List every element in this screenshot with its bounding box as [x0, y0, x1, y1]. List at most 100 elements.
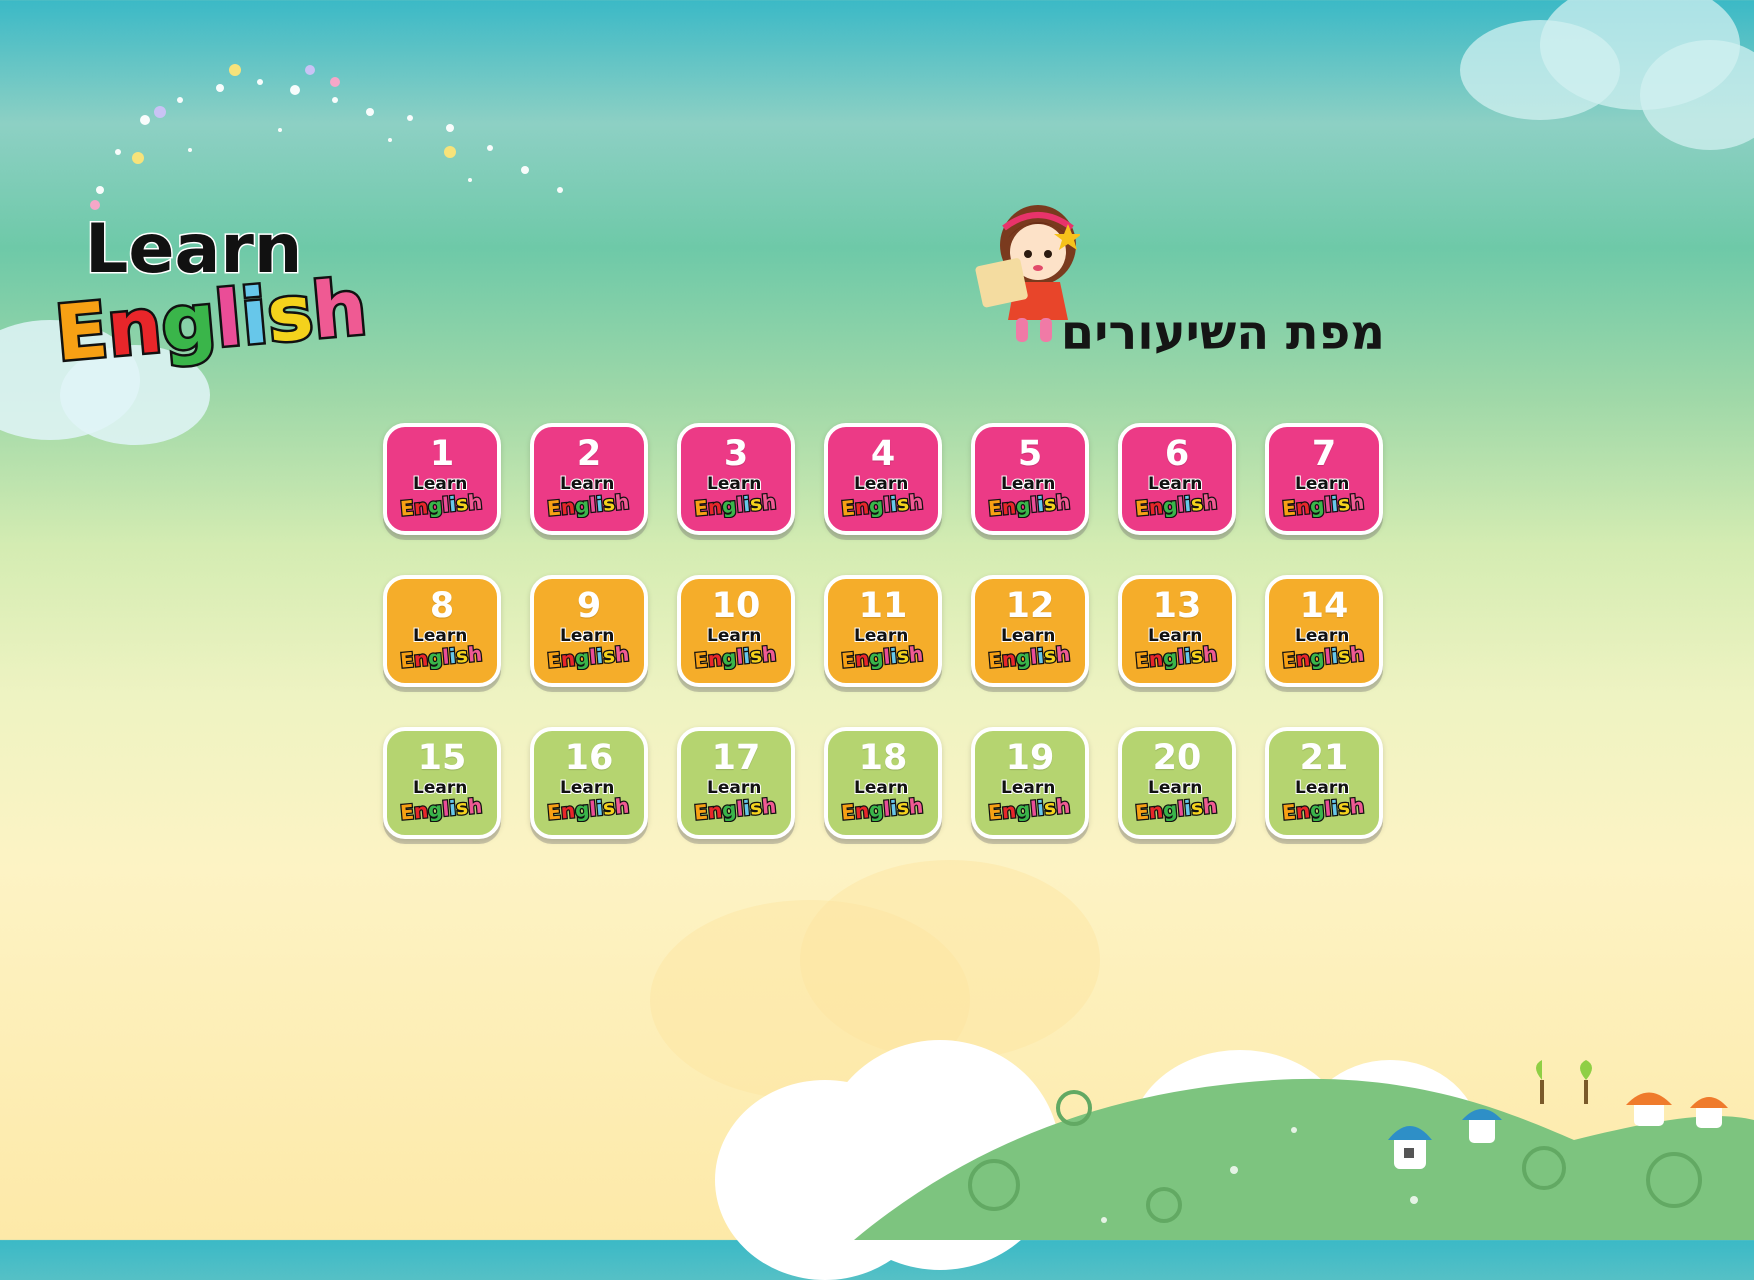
svg-text:English: English: [399, 794, 483, 822]
svg-text:English: English: [987, 490, 1071, 518]
svg-text:English: English: [1281, 490, 1365, 518]
learn-english-mini-logo: Learn English: [839, 474, 925, 518]
learn-english-mini-logo: Learn English: [839, 778, 925, 822]
svg-text:English: English: [987, 794, 1071, 822]
lesson-number: 21: [1299, 738, 1349, 778]
lesson-number: 1: [429, 434, 455, 474]
logo-letter: g: [157, 275, 219, 368]
learn-english-mini-logo: Learn English: [986, 778, 1072, 822]
lesson-tile-17[interactable]: 17 Learn English: [677, 727, 795, 839]
lesson-tile-11[interactable]: 11 Learn English: [824, 575, 942, 687]
lesson-number: 20: [1152, 738, 1202, 778]
svg-text:English: English: [987, 642, 1071, 670]
svg-text:English: English: [546, 490, 630, 518]
lesson-tile-10[interactable]: 10 Learn English: [677, 575, 795, 687]
logo-letter: h: [1202, 794, 1218, 819]
lesson-number: 11: [858, 586, 908, 626]
learn-english-mini-logo: Learn English: [986, 626, 1072, 670]
lesson-tile-2[interactable]: 2 Learn English: [530, 423, 648, 535]
lesson-number: 3: [723, 434, 749, 474]
logo-letter: n: [104, 280, 166, 373]
logo-letter: h: [1349, 794, 1365, 819]
logo-letter: h: [467, 490, 483, 515]
logo-letter: h: [908, 642, 924, 667]
lesson-tile-14[interactable]: 14 Learn English: [1265, 575, 1383, 687]
svg-text:English: English: [1134, 490, 1218, 518]
learn-english-mini-logo: Learn English: [692, 778, 778, 822]
lesson-tile-16[interactable]: 16 Learn English: [530, 727, 648, 839]
lesson-tile-18[interactable]: 18 Learn English: [824, 727, 942, 839]
lesson-tile-9[interactable]: 9 Learn English: [530, 575, 648, 687]
lesson-number: 10: [711, 586, 761, 626]
lesson-tile-15[interactable]: 15 Learn English: [383, 727, 501, 839]
svg-text:English: English: [693, 794, 777, 822]
lesson-number: 19: [1005, 738, 1055, 778]
logo-letter: h: [908, 794, 924, 819]
lesson-number: 14: [1299, 586, 1349, 626]
lesson-number: 8: [429, 586, 455, 626]
lesson-tile-20[interactable]: 20 Learn English: [1118, 727, 1236, 839]
learn-english-mini-logo: Learn English: [545, 474, 631, 518]
lesson-tile-3[interactable]: 3 Learn English: [677, 423, 795, 535]
svg-text:English: English: [546, 794, 630, 822]
logo-letter: h: [1202, 490, 1218, 515]
learn-english-mini-logo: Learn English: [1280, 778, 1366, 822]
svg-text:English: English: [546, 642, 630, 670]
lesson-tile-4[interactable]: 4 Learn English: [824, 423, 942, 535]
learn-english-mini-logo: Learn English: [398, 474, 484, 518]
logo-letter: h: [1055, 794, 1071, 819]
learn-english-mini-logo: Learn English: [1280, 626, 1366, 670]
lesson-tile-12[interactable]: 12 Learn English: [971, 575, 1089, 687]
svg-text:English: English: [1281, 794, 1365, 822]
logo-letter: s: [264, 267, 317, 360]
logo-letter: h: [761, 794, 777, 819]
learn-english-mini-logo: Learn English: [692, 626, 778, 670]
lesson-number: 13: [1152, 586, 1202, 626]
svg-text:English: English: [1281, 642, 1365, 670]
lesson-number: 9: [576, 586, 602, 626]
svg-text:English: English: [1134, 642, 1218, 670]
lesson-grid: 1 Learn English 2 Learn English 3 Learn …: [383, 423, 1383, 839]
lesson-number: 6: [1164, 434, 1190, 474]
learn-english-mini-logo: Learn English: [986, 474, 1072, 518]
svg-text:English: English: [1134, 794, 1218, 822]
svg-text:English: English: [840, 642, 924, 670]
logo-letter: h: [467, 794, 483, 819]
logo-letter: h: [614, 642, 630, 667]
learn-english-mini-logo: Learn English: [398, 626, 484, 670]
lesson-tile-19[interactable]: 19 Learn English: [971, 727, 1089, 839]
lesson-tile-13[interactable]: 13 Learn English: [1118, 575, 1236, 687]
logo-letter: h: [1349, 490, 1365, 515]
page-title: מפת השיעורים: [1060, 305, 1385, 361]
svg-text:English: English: [840, 490, 924, 518]
logo-letter: h: [614, 490, 630, 515]
lesson-number: 5: [1017, 434, 1043, 474]
learn-english-mini-logo: Learn English: [1280, 474, 1366, 518]
svg-text:English: English: [693, 642, 777, 670]
lesson-number: 15: [417, 738, 467, 778]
svg-text:English: English: [840, 794, 924, 822]
logo-letter: h: [614, 794, 630, 819]
logo-letter: h: [1055, 642, 1071, 667]
learn-english-mini-logo: Learn English: [692, 474, 778, 518]
svg-text:English: English: [399, 490, 483, 518]
learn-english-logo: Learn English: [49, 209, 372, 381]
logo-letter: h: [908, 490, 924, 515]
lesson-tile-8[interactable]: 8 Learn English: [383, 575, 501, 687]
logo-letter: h: [1202, 642, 1218, 667]
svg-text:English: English: [399, 642, 483, 670]
lesson-number: 17: [711, 738, 761, 778]
learn-english-mini-logo: Learn English: [398, 778, 484, 822]
lesson-tile-5[interactable]: 5 Learn English: [971, 423, 1089, 535]
lesson-tile-1[interactable]: 1 Learn English: [383, 423, 501, 535]
lesson-number: 2: [576, 434, 602, 474]
learn-english-mini-logo: Learn English: [545, 626, 631, 670]
lesson-tile-7[interactable]: 7 Learn English: [1265, 423, 1383, 535]
learn-english-mini-logo: Learn English: [839, 626, 925, 670]
learn-english-mini-logo: Learn English: [1133, 474, 1219, 518]
svg-text:English: English: [693, 490, 777, 518]
logo-letter: h: [467, 642, 483, 667]
lesson-number: 16: [564, 738, 614, 778]
lesson-tile-21[interactable]: 21 Learn English: [1265, 727, 1383, 839]
lesson-tile-6[interactable]: 6 Learn English: [1118, 423, 1236, 535]
